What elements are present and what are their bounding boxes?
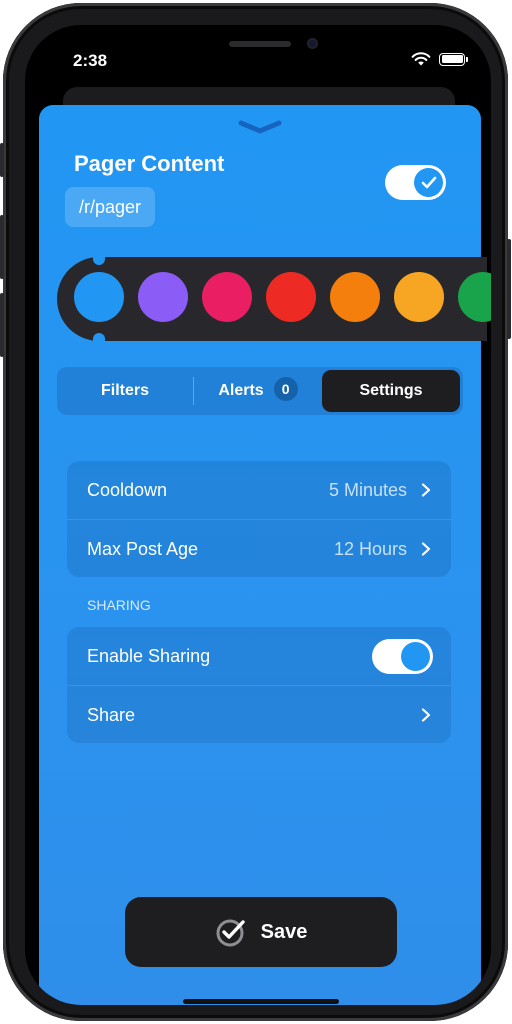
chevron-right-icon	[421, 542, 431, 556]
sheet-title: Pager Content	[74, 151, 225, 176]
save-label: Save	[260, 920, 308, 943]
subreddit-chip[interactable]: /r/pager	[65, 187, 156, 227]
cooldown-value: 5 Minutes	[328, 480, 407, 500]
tab-filters[interactable]: Filters	[57, 367, 193, 415]
sharing-group: Enable Sharing Share	[67, 627, 451, 743]
color-swatch[interactable]	[266, 272, 316, 322]
save-button[interactable]: Save	[125, 897, 397, 967]
max-post-age-row[interactable]: Max Post Age 12 Hours	[67, 519, 451, 577]
chevron-down-icon[interactable]	[237, 119, 283, 135]
front-camera	[307, 38, 318, 49]
pager-enabled-toggle[interactable]	[385, 165, 446, 200]
phone-frame: 2:38 Pager Content /r/pager Filters Aler…	[0, 3, 511, 1021]
screen: 2:38 Pager Content /r/pager Filters Aler…	[25, 25, 491, 1005]
chevron-right-icon	[421, 708, 431, 722]
home-indicator	[183, 999, 339, 1004]
chevron-right-icon	[421, 483, 431, 497]
volume-down-button	[0, 293, 4, 357]
color-swatch[interactable]	[458, 272, 491, 322]
color-swatch[interactable]	[202, 272, 252, 322]
color-picker	[57, 255, 491, 343]
tab-alerts-label: Alerts	[218, 382, 264, 399]
cooldown-label: Cooldown	[87, 480, 168, 500]
color-swatch[interactable]	[138, 272, 188, 322]
enable-sharing-toggle[interactable]	[372, 639, 433, 674]
alerts-count-badge: 0	[273, 377, 298, 401]
speaker-grille	[229, 41, 291, 47]
selection-notch	[93, 333, 105, 343]
enable-sharing-label: Enable Sharing	[87, 646, 211, 666]
battery-icon	[439, 52, 468, 66]
checkmark-circle-icon	[216, 919, 245, 947]
max-post-age-label: Max Post Age	[87, 539, 199, 559]
checkmark-icon	[414, 168, 443, 197]
tab-settings[interactable]: Settings	[322, 370, 460, 412]
sharing-section-header: SHARING	[87, 597, 151, 613]
volume-up-button	[0, 215, 4, 279]
status-time: 2:38	[73, 51, 108, 70]
power-button	[507, 239, 511, 339]
settings-group: Cooldown 5 Minutes Max Post Age 12 Hours	[67, 461, 451, 577]
color-swatch[interactable]	[74, 272, 124, 322]
enable-sharing-row: Enable Sharing	[67, 627, 451, 685]
pager-sheet: Pager Content /r/pager Filters Alerts 0 S…	[39, 105, 491, 1005]
selection-notch	[93, 255, 105, 265]
share-row[interactable]: Share	[67, 685, 451, 743]
status-icons	[411, 52, 468, 66]
color-swatch[interactable]	[394, 272, 444, 322]
max-post-age-value: 12 Hours	[333, 539, 407, 559]
mute-switch	[0, 143, 4, 177]
tab-control: Filters Alerts 0 Settings	[57, 367, 463, 415]
wifi-icon	[411, 52, 431, 66]
color-swatch[interactable]	[330, 272, 380, 322]
tab-alerts[interactable]: Alerts 0	[194, 367, 322, 415]
share-label: Share	[87, 705, 136, 725]
cooldown-row[interactable]: Cooldown 5 Minutes	[67, 461, 451, 519]
